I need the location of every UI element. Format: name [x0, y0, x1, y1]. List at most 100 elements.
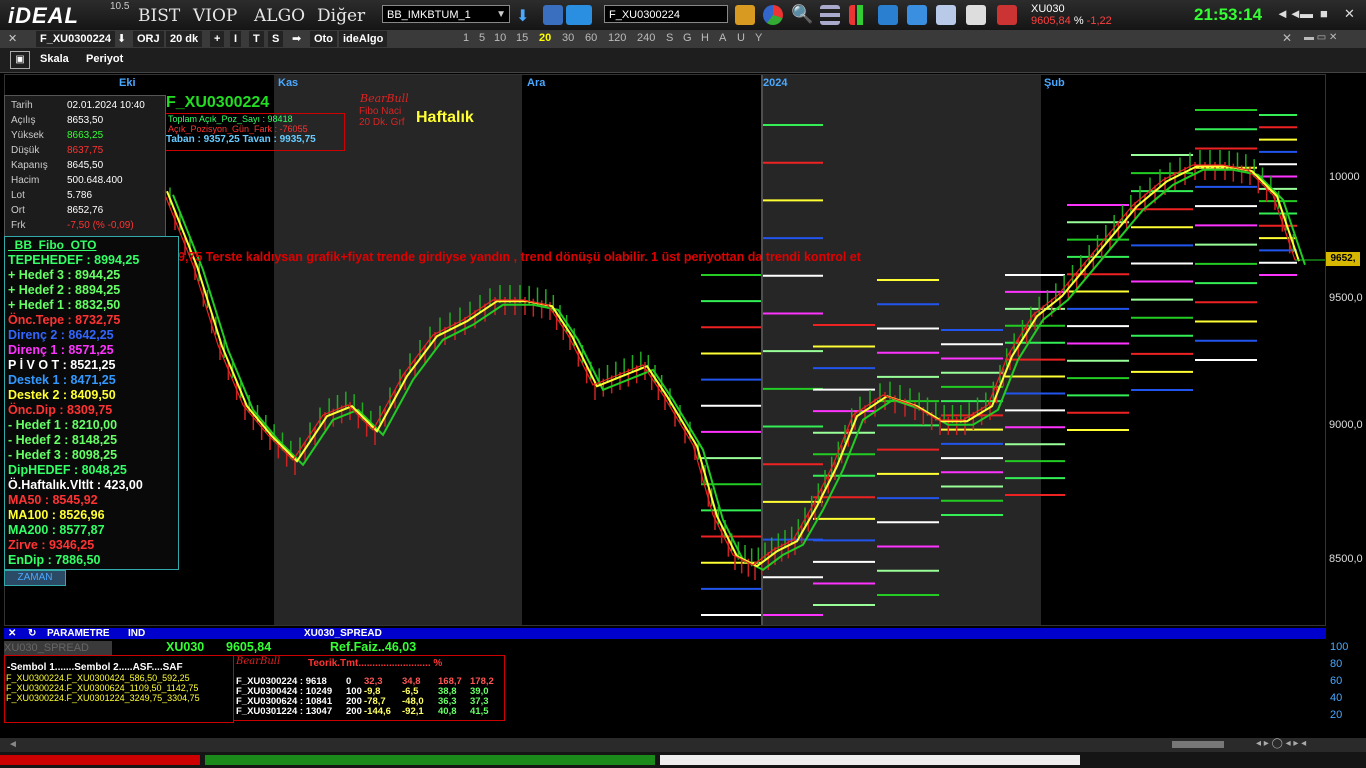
- quote-price: 9605,84 % -1,22: [1031, 15, 1112, 27]
- teorik-cell: F_XU0301224 : 13047: [236, 706, 333, 717]
- scale-bar: [0, 48, 1366, 73]
- fibo-level: Zirve : 9346,25: [8, 538, 95, 552]
- period-30[interactable]: 30: [562, 32, 574, 44]
- panel-separator: [4, 628, 1326, 639]
- btn-i[interactable]: I: [230, 31, 242, 47]
- btn-plus[interactable]: +: [210, 31, 225, 47]
- app-logo: iDEAL: [8, 3, 79, 28]
- minimize-icon[interactable]: ▬: [1300, 6, 1313, 21]
- candles-icon[interactable]: [849, 5, 869, 25]
- chart-symbol[interactable]: F_XU0300224: [36, 31, 115, 47]
- btn-period[interactable]: 20 dk: [166, 31, 203, 47]
- quote-symbol: XU030: [1031, 3, 1065, 15]
- close-chart-icon[interactable]: ✕: [8, 32, 17, 45]
- download-icon[interactable]: ⬇: [516, 6, 529, 26]
- fibo-level: Destek 2 : 8409,50: [8, 388, 116, 402]
- fibo-level: Önc.Dip : 8309,75: [8, 403, 113, 417]
- btn-s[interactable]: S: [268, 31, 284, 47]
- info-key: Açılış: [11, 115, 36, 126]
- fibo-level: DipHEDEF : 8048,25: [8, 463, 127, 477]
- teorik-cell: -144,6: [364, 706, 391, 717]
- period-a[interactable]: A: [719, 32, 726, 44]
- back-icon[interactable]: ◄◄: [1276, 6, 1302, 21]
- menu-diger[interactable]: Diğer: [317, 6, 365, 26]
- fibo-level: + Hedef 1 : 8832,50: [8, 298, 121, 312]
- tool-icon[interactable]: [907, 5, 927, 25]
- close-panel-icon[interactable]: ✕: [8, 628, 16, 639]
- period-u[interactable]: U: [737, 32, 745, 44]
- floppy-icon[interactable]: ▣: [10, 51, 30, 69]
- bottom-y-tick: 60: [1330, 675, 1343, 687]
- app-version: 10.5: [110, 1, 130, 12]
- period-5[interactable]: 5: [479, 32, 485, 44]
- notes-icon[interactable]: [735, 5, 755, 25]
- period-240[interactable]: 240: [637, 32, 655, 44]
- status-bar: [0, 738, 1366, 752]
- list-dropdown[interactable]: BB_IMKBTUM_1 ▼: [382, 5, 510, 23]
- teorik-title: Teorik.Tmt.......................... %: [308, 658, 443, 669]
- period-1[interactable]: 1: [463, 32, 469, 44]
- pie-chart-icon[interactable]: [763, 5, 783, 25]
- scroll-left-icon[interactable]: ◄: [8, 739, 18, 750]
- scrollbar-thumb[interactable]: [1172, 741, 1224, 748]
- period-button[interactable]: Periyot: [86, 53, 123, 65]
- y-tick: 10000: [1329, 171, 1360, 183]
- download-arrow-icon[interactable]: ⬇: [117, 32, 126, 45]
- zaman-button[interactable]: ZAMAN: [4, 570, 66, 586]
- menu-bist[interactable]: BIST: [138, 6, 180, 26]
- open-interest-box: Toplam Açık_Poz_Sayı : 98418 Açık_Pozisy…: [165, 113, 345, 151]
- info-value: 02.01.2024 10:40: [67, 100, 145, 111]
- scale-button[interactable]: Skala: [40, 53, 69, 65]
- close-icon[interactable]: ✕: [1344, 6, 1355, 22]
- info-value: 8652,76: [67, 205, 104, 216]
- symbol-input[interactable]: F_XU0300224: [604, 5, 728, 23]
- cart-icon[interactable]: [966, 5, 986, 25]
- period-h[interactable]: H: [701, 32, 709, 44]
- pin-icon[interactable]: ✕: [1282, 31, 1292, 45]
- period-60[interactable]: 60: [585, 32, 597, 44]
- info-value: 500.648.400: [67, 175, 123, 186]
- info-value: 8645,50: [67, 160, 104, 171]
- info-key: Tarih: [11, 100, 33, 111]
- brush-icon[interactable]: [997, 5, 1017, 25]
- period-15[interactable]: 15: [516, 32, 528, 44]
- spread-header: -Sembol 1.......Sembol 2.....ASF....SAF: [7, 662, 183, 673]
- period-g[interactable]: G: [683, 32, 692, 44]
- spread-button[interactable]: XU030_SPREAD: [4, 641, 112, 655]
- cube-icon[interactable]: [936, 5, 956, 25]
- fibo-title: _BB_Fibo_OTO: [8, 238, 97, 252]
- spread-row: F_XU0300224.F_XU0300624_1109,50_1142,75: [6, 683, 199, 693]
- bottom-y-tick: 100: [1330, 641, 1349, 653]
- menu-algo[interactable]: ALGO: [254, 6, 305, 26]
- fibo-level: Direnç 1 : 8571,25: [8, 343, 114, 357]
- y-tick: 9500,0: [1329, 292, 1363, 304]
- y-tick: 9000,0: [1329, 419, 1363, 431]
- save-icon[interactable]: [543, 5, 563, 25]
- arrow-right-icon[interactable]: ➡: [292, 32, 301, 45]
- period-120[interactable]: 120: [608, 32, 626, 44]
- refresh-icon[interactable]: ↻: [28, 628, 36, 639]
- btn-orj[interactable]: ORJ: [133, 31, 164, 47]
- oi-limits: Taban : 9357,25 Tavan : 9935,75: [166, 134, 316, 145]
- btn-oto[interactable]: Oto: [310, 31, 337, 47]
- zoom-controls-icon[interactable]: ◂ ▸ ◯ ◂ ▸ ◂: [1256, 738, 1306, 749]
- price-chart[interactable]: [4, 74, 1326, 626]
- screen-icon[interactable]: [878, 5, 898, 25]
- period-20[interactable]: 20: [539, 32, 551, 44]
- maximize-icon[interactable]: ■: [1320, 6, 1328, 21]
- bottom-price: 9605,84: [226, 640, 272, 654]
- warning-note: 9,75 Terste kaldıysan grafik+fiyat trend…: [178, 250, 861, 264]
- period-10[interactable]: 10: [494, 32, 506, 44]
- btn-idealgo[interactable]: ideAlgo: [339, 31, 388, 47]
- monitor-icon[interactable]: [566, 5, 592, 25]
- menu-viop[interactable]: VIOP: [193, 6, 237, 26]
- period-s[interactable]: S: [666, 32, 673, 44]
- list-icon[interactable]: [820, 5, 840, 25]
- teorik-cell: 40,8: [438, 706, 457, 717]
- btn-t[interactable]: T: [249, 31, 264, 47]
- search-icon[interactable]: 🔍: [791, 4, 813, 25]
- period-y[interactable]: Y: [755, 32, 762, 44]
- window-controls-icon[interactable]: ▬ ▭ ✕: [1304, 32, 1337, 43]
- ind-label[interactable]: IND: [128, 628, 145, 639]
- param-label[interactable]: PARAMETRE: [47, 628, 110, 639]
